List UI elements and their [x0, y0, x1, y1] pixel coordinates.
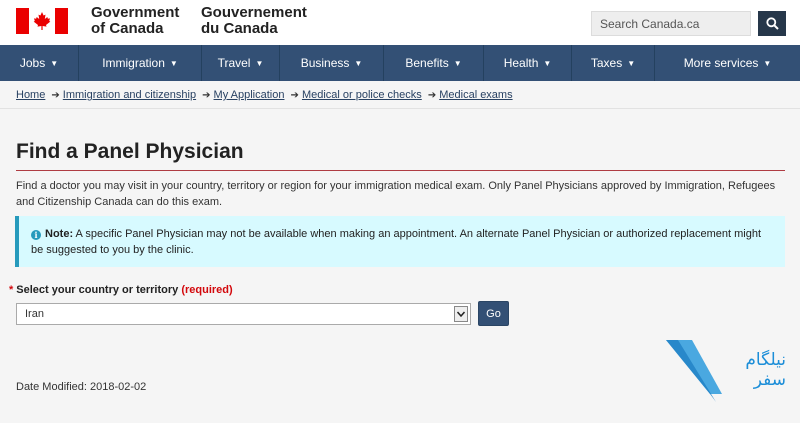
menu-item-jobs[interactable]: Jobs ▼ [0, 45, 79, 81]
site-header: Government of Canada Gouvernement du Can… [0, 0, 800, 45]
arrow-right-icon: ➔ [290, 90, 299, 101]
search-icon [765, 17, 779, 30]
required-text: (required) [181, 284, 233, 296]
menu-item-more-services[interactable]: More services ▼ [655, 45, 800, 81]
chevron-down-icon: ▼ [255, 58, 264, 68]
menu-item-travel[interactable]: Travel ▼ [202, 45, 280, 81]
chevron-down-icon: ▼ [763, 58, 772, 68]
intro-paragraph: Find a doctor you may visit in your coun… [16, 180, 776, 208]
breadcrumb-link-home[interactable]: Home [16, 89, 45, 101]
arrow-right-icon: ➔ [427, 90, 437, 101]
menu-item-health[interactable]: Health ▼ [484, 45, 572, 81]
gov-en-line2: of Canada [91, 20, 164, 37]
breadcrumb-link-medical-police-checks[interactable]: Medical or police checks [302, 89, 422, 101]
breadcrumb: Home ➔ Immigration and citizenship ➔ My Ap… [16, 89, 513, 101]
menu-item-label: Immigration [102, 56, 165, 70]
arrow-right-icon: ➔ [202, 90, 211, 101]
search-form [591, 11, 786, 36]
title-underline [16, 170, 785, 171]
chevron-down-icon[interactable] [454, 306, 468, 322]
gouvernement-du-canada-wordmark[interactable]: Gouvernement du Canada [201, 5, 307, 37]
watermark-text: نیلگام سفر [745, 350, 786, 390]
breadcrumb-link-medical-exams[interactable]: Medical exams [439, 89, 512, 101]
chevron-down-icon: ▼ [50, 58, 59, 68]
canada-flag-icon[interactable] [16, 8, 68, 34]
country-select-label: * Select your country or territory (requi… [9, 284, 233, 296]
main-menu: Jobs ▼ Immigration ▼ Travel ▼ Business ▼ Ben… [0, 45, 800, 81]
country-select[interactable]: Iran [16, 303, 471, 325]
menu-item-business[interactable]: Business ▼ [280, 45, 384, 81]
breadcrumb-link-my-application[interactable]: My Application [214, 89, 285, 101]
arrow-right-icon: ➔ [51, 90, 60, 101]
chevron-down-icon: ▼ [543, 58, 552, 68]
country-select-value: Iran [25, 308, 44, 320]
chevron-down-icon: ▼ [627, 58, 636, 68]
page-title: Find a Panel Physician [16, 140, 244, 163]
gov-fr-line2: du Canada [201, 20, 278, 37]
required-asterisk: * [9, 284, 14, 296]
menu-item-label: More services [683, 56, 759, 70]
search-input[interactable] [591, 11, 751, 36]
watermark-line1: نیلگام [745, 350, 786, 370]
menu-item-label: Business [300, 56, 350, 70]
info-icon: i [31, 230, 41, 240]
menu-item-label: Health [503, 56, 539, 70]
chevron-down-icon: ▼ [354, 58, 363, 68]
government-of-canada-wordmark[interactable]: Government of Canada [91, 5, 179, 37]
country-label-text: Select your country or territory [16, 284, 179, 296]
search-button[interactable] [758, 11, 786, 36]
go-button[interactable]: Go [478, 301, 509, 326]
note-alert: i Note: A specific Panel Physician may no… [15, 216, 785, 267]
gov-en-line1: Government [91, 4, 180, 21]
menu-item-benefits[interactable]: Benefits ▼ [384, 45, 484, 81]
chevron-down-icon: ▼ [169, 58, 178, 68]
menu-item-label: Benefits [405, 56, 449, 70]
date-modified: Date Modified: 2018-02-02 [16, 381, 147, 393]
menu-item-label: Jobs [19, 56, 46, 70]
breadcrumb-link-immigration[interactable]: Immigration and citizenship [63, 89, 196, 101]
gov-fr-line1: Gouvernement [201, 4, 307, 21]
menu-item-label: Travel [217, 56, 251, 70]
menu-item-taxes[interactable]: Taxes ▼ [572, 45, 655, 81]
divider [0, 108, 800, 109]
watermark-line2: سفر [753, 370, 786, 390]
menu-item-label: Taxes [590, 56, 623, 70]
note-label: Note: [45, 228, 74, 240]
note-text: A specific Panel Physician may not be av… [31, 228, 762, 256]
chevron-down-icon: ▼ [453, 58, 462, 68]
menu-item-immigration[interactable]: Immigration ▼ [79, 45, 202, 81]
